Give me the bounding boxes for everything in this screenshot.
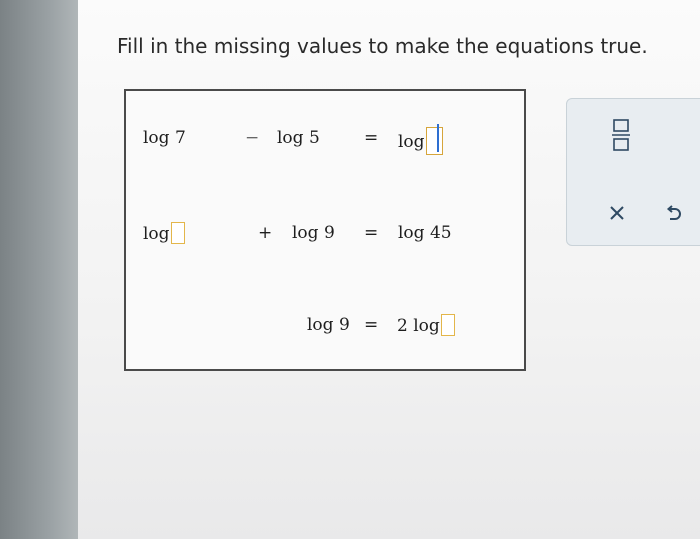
eq2-operator: + [258, 223, 273, 243]
eq2-left: log [143, 222, 185, 245]
eq1-equals: = [364, 128, 379, 148]
eq1-result: log [398, 127, 443, 155]
instructions-text: Fill in the missing values to make the e… [117, 34, 648, 58]
screen-bezel [0, 0, 82, 539]
eq3-result-prefix: 2 log [397, 316, 440, 336]
eq2-left-input[interactable] [170, 222, 185, 244]
eq3-result: 2 log [397, 314, 455, 337]
fraction-button[interactable] [603, 113, 639, 157]
eq3-left-term: log 9 [307, 315, 350, 335]
eq2-left-prefix: log [143, 224, 170, 244]
eq3-result-input[interactable] [440, 314, 455, 336]
undo-icon [666, 205, 681, 220]
eq2-equals: = [364, 223, 379, 243]
clear-button[interactable] [599, 195, 635, 231]
eq1-left-term: log 7 [143, 128, 186, 148]
eq1-result-prefix: log [398, 132, 425, 152]
eq2-right-term: log 9 [292, 223, 335, 243]
eq2-result: log 45 [398, 223, 452, 243]
eq1-result-input[interactable] [425, 127, 443, 155]
eq1-operator: − [245, 128, 260, 148]
fraction-icon [612, 119, 630, 151]
eq1-right-term: log 5 [277, 128, 320, 148]
undo-button[interactable] [655, 195, 691, 231]
math-toolbar [566, 98, 700, 246]
text-caret [437, 124, 439, 152]
eq3-equals: = [364, 315, 379, 335]
close-icon [610, 206, 624, 220]
